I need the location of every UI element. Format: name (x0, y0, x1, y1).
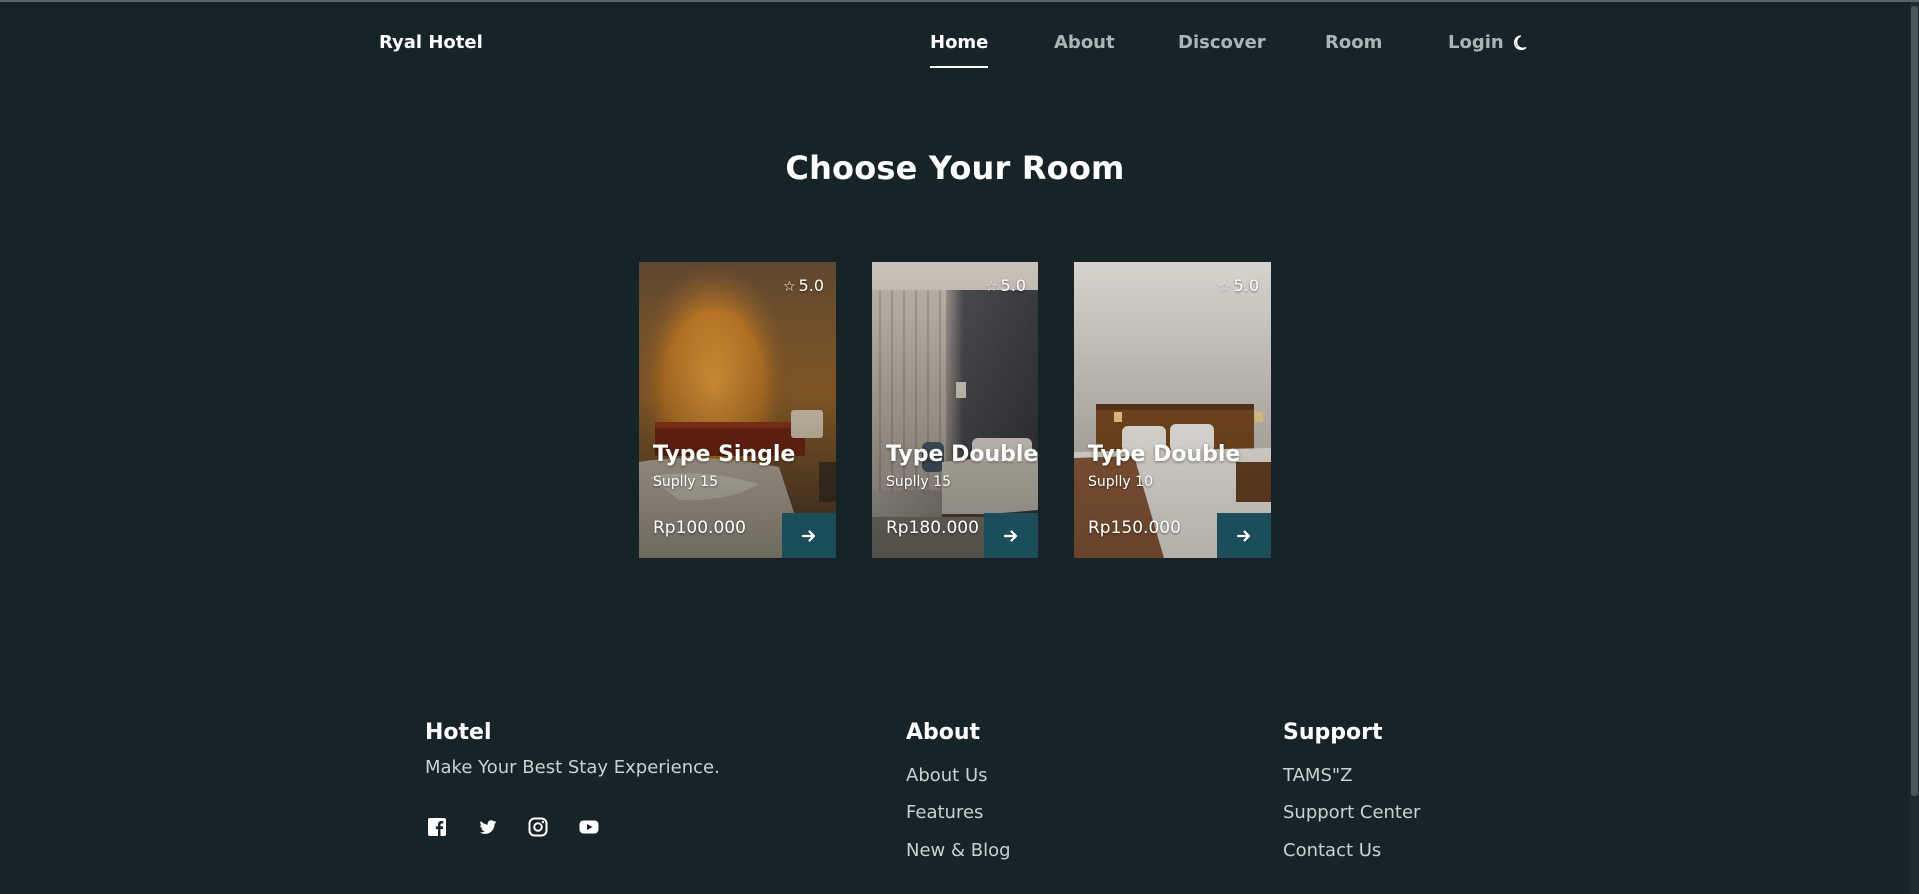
star-icon: ☆ (782, 279, 796, 295)
nav-home[interactable]: Home (930, 32, 989, 68)
rating-value: 5.0 (798, 276, 824, 295)
footer-link-contact-us[interactable]: Contact Us (1283, 840, 1381, 861)
footer-support-title: Support (1283, 720, 1383, 745)
facebook-icon-graphic (428, 818, 446, 836)
room-price: Rp100.000 (653, 518, 746, 538)
room-supply: Suplly 15 (886, 474, 951, 490)
rating-value: 5.0 (1000, 276, 1026, 295)
footer-link-news-blog[interactable]: New & Blog (906, 840, 1011, 861)
youtube-icon[interactable] (579, 817, 599, 837)
footer-link-features[interactable]: Features (906, 802, 983, 823)
footer-link-about-us[interactable]: About Us (906, 765, 988, 786)
view-room-button[interactable] (1217, 513, 1271, 558)
star-icon: ☆ (1217, 279, 1231, 295)
nav-discover[interactable]: Discover (1178, 32, 1266, 53)
window-top-border (0, 0, 1919, 2)
section-title: Choose Your Room (785, 149, 1125, 187)
brand-logo[interactable]: Ryal Hotel (379, 32, 483, 53)
instagram-icon-graphic (528, 817, 548, 837)
rating-badge: ☆ 5.0 (783, 276, 824, 295)
room-card[interactable]: ☆ 5.0 Type Double Suplly 10 Rp150.000 (1074, 262, 1271, 558)
instagram-icon[interactable] (528, 817, 548, 837)
scrollbar[interactable] (1910, 2, 1919, 894)
moon-icon-graphic (1513, 35, 1527, 51)
room-price: Rp150.000 (1088, 518, 1181, 538)
footer-link-tamsz[interactable]: TAMS"Z (1283, 765, 1352, 786)
arrow-right-icon (1236, 529, 1251, 542)
moon-icon[interactable] (1512, 33, 1532, 53)
footer-link-support-center[interactable]: Support Center (1283, 802, 1420, 823)
room-title: Type Double (1088, 442, 1241, 467)
rating-badge: ☆ 5.0 (985, 276, 1026, 295)
nav-about[interactable]: About (1054, 32, 1115, 53)
room-supply: Suplly 15 (653, 474, 718, 490)
scrollbar-thumb[interactable] (1911, 6, 1918, 796)
youtube-icon-graphic (579, 820, 599, 834)
rating-value: 5.0 (1233, 276, 1259, 295)
footer-tagline: Make Your Best Stay Experience. (425, 757, 720, 778)
view-room-button[interactable] (782, 513, 836, 558)
arrow-right-icon (801, 529, 816, 542)
nav-login[interactable]: Login (1448, 32, 1504, 53)
arrow-right-icon (1003, 529, 1018, 542)
footer-hotel-title: Hotel (425, 720, 492, 745)
facebook-icon[interactable] (427, 817, 447, 837)
room-card[interactable]: ☆ 5.0 Type Single Suplly 15 Rp100.000 (639, 262, 836, 558)
room-title: Type Double (886, 442, 1038, 467)
star-icon: ☆ (984, 279, 998, 295)
room-supply: Suplly 10 (1088, 474, 1153, 490)
room-card[interactable]: ☆ 5.0 Type Double Suplly 15 Rp180.000 (872, 262, 1038, 558)
rating-badge: ☆ 5.0 (1218, 276, 1259, 295)
nav-room[interactable]: Room (1325, 32, 1382, 53)
room-title: Type Single (653, 442, 796, 467)
footer-about-title: About (906, 720, 981, 745)
twitter-icon[interactable] (478, 817, 498, 837)
view-room-button[interactable] (984, 513, 1038, 558)
room-price: Rp180.000 (886, 518, 979, 538)
twitter-icon-graphic (479, 820, 497, 834)
